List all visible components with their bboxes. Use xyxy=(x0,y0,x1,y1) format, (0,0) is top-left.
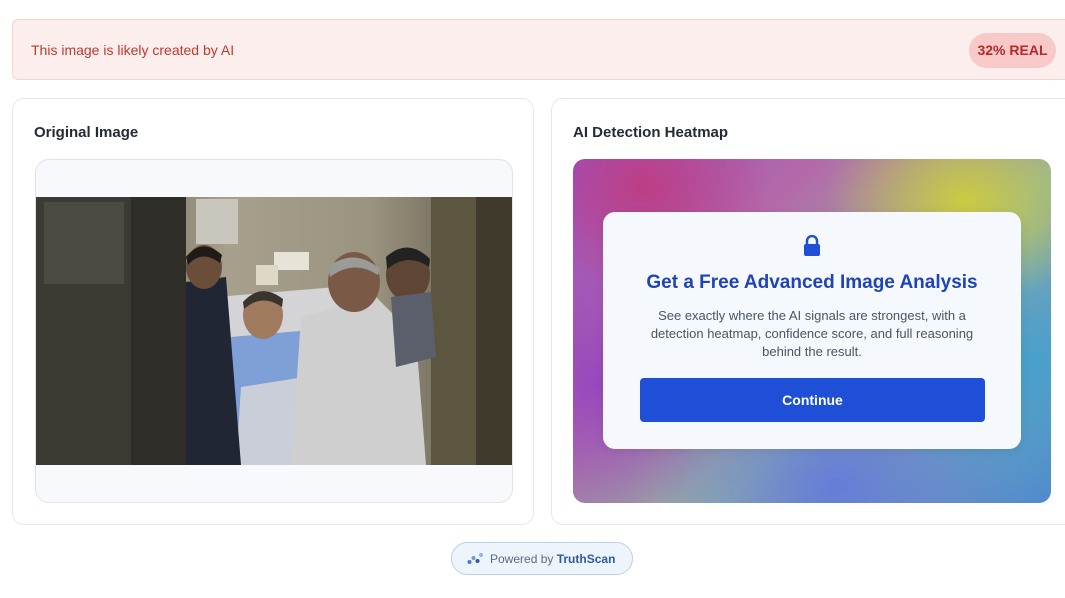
powered-by-badge[interactable]: Powered by TruthScan xyxy=(451,542,633,575)
truthscan-logo-icon xyxy=(467,553,483,564)
continue-button[interactable]: Continue xyxy=(640,378,985,422)
heatmap-preview: Get a Free Advanced Image Analysis See e… xyxy=(573,159,1051,503)
hospital-room-photo xyxy=(36,197,512,465)
ai-result-banner: This image is likely created by AI 32% R… xyxy=(12,19,1065,80)
powered-by-prefix: Powered by xyxy=(490,552,554,566)
upsell-modal: Get a Free Advanced Image Analysis See e… xyxy=(603,212,1021,449)
lock-icon xyxy=(804,235,820,256)
original-image-card: Original Image xyxy=(12,98,534,525)
original-image-title: Original Image xyxy=(34,124,139,141)
original-image-frame xyxy=(35,159,513,503)
heatmap-card: AI Detection Heatmap Get a Free Advanced… xyxy=(551,98,1065,525)
modal-description: See exactly where the AI signals are str… xyxy=(650,308,974,359)
real-score-badge: 32% REAL xyxy=(969,33,1056,68)
powered-by-brand: TruthScan xyxy=(556,552,616,566)
ai-result-message: This image is likely created by AI xyxy=(31,42,235,58)
modal-title: Get a Free Advanced Image Analysis xyxy=(646,272,978,293)
powered-by-text: Powered by TruthScan xyxy=(490,552,615,566)
heatmap-title: AI Detection Heatmap xyxy=(573,124,729,141)
